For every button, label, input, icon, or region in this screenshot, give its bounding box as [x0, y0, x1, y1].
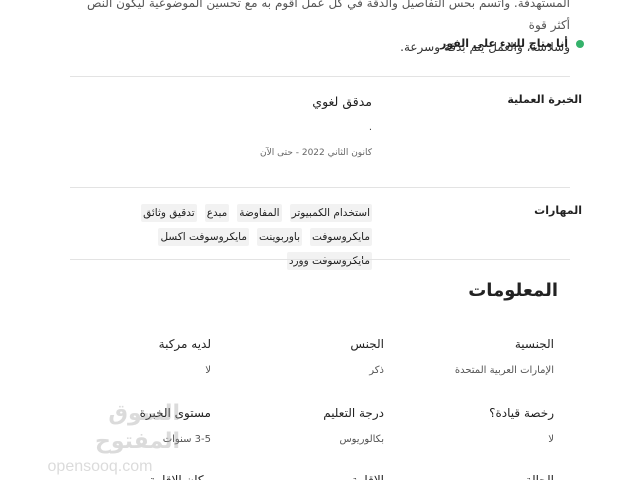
info-field-nationality: الجنسية الإمارات العربية المتحدة: [384, 336, 554, 378]
field-value: بكالوريوس: [339, 434, 384, 445]
skills-section-label: المهارات: [534, 204, 582, 217]
field-value: ذكر: [369, 365, 384, 376]
field-label: رخصة قيادة؟: [489, 406, 554, 420]
info-section-title: المعلومات: [468, 280, 558, 301]
divider: [70, 259, 570, 260]
skill-tag: باوربوينت: [257, 228, 303, 246]
field-value: الإمارات العربية المتحدة: [454, 365, 554, 376]
skill-tag: المفاوضة: [237, 204, 282, 222]
field-label: درجة التعليم: [323, 406, 384, 420]
availability-status: أنا متاح للبدء على الفور: [440, 37, 584, 50]
job-description: .: [368, 122, 372, 133]
field-label: الإقامة: [351, 473, 384, 480]
info-field-education: درجة التعليم بكالوريوس: [214, 405, 384, 447]
skill-tag: مايكروسوفت: [310, 228, 372, 246]
job-title: مدقق لغوي: [312, 94, 372, 109]
field-label: الجنس: [350, 337, 384, 351]
field-label: الحالة: [525, 473, 554, 480]
skill-tag: مايكروسوفت وورد: [286, 252, 372, 270]
field-label: لديه مركبة: [158, 337, 211, 351]
divider: [70, 76, 570, 77]
skills-list: استخدام الكمبيوتر المفاوضة مبدع تدقيق وث…: [72, 204, 372, 270]
skill-tag: استخدام الكمبيوتر: [289, 204, 372, 222]
availability-label: أنا متاح للبدء على الفور: [440, 37, 568, 50]
info-field-vehicle: لديه مركبة لا: [41, 336, 211, 378]
field-value: لا: [205, 365, 211, 376]
experience-section-label: الخبرة العملية: [507, 93, 582, 106]
divider: [70, 187, 570, 188]
status-dot-icon: [576, 39, 584, 48]
field-label: مكان الإقامة: [149, 473, 211, 480]
info-field-residency: الإقامة: [214, 472, 384, 480]
info-field-status: الحالة: [384, 472, 554, 480]
info-field-driving-license: رخصة قيادة؟ لا: [384, 405, 554, 447]
info-field-experience-level: مستوى الخبرة 3-5 سنوات: [41, 405, 211, 447]
field-label: الجنسية: [514, 337, 554, 351]
info-field-residence-location: مكان الإقامة: [41, 472, 211, 480]
skill-tag: تدقيق وثائق: [141, 204, 197, 222]
info-field-gender: الجنس ذكر: [214, 336, 384, 378]
job-date-range: كانون الثاني 2022 - حتى الآن: [260, 148, 372, 158]
skill-tag: مايكروسوفت اكسل: [158, 228, 250, 246]
field-label: مستوى الخبرة: [139, 406, 211, 420]
field-value: لا: [548, 434, 554, 445]
summary-line-1: المستهدفة. وأتسم بحس التفاصيل والدقة في …: [86, 0, 570, 32]
skill-tag: مبدع: [204, 204, 230, 222]
field-value: 3-5 سنوات: [162, 434, 211, 445]
